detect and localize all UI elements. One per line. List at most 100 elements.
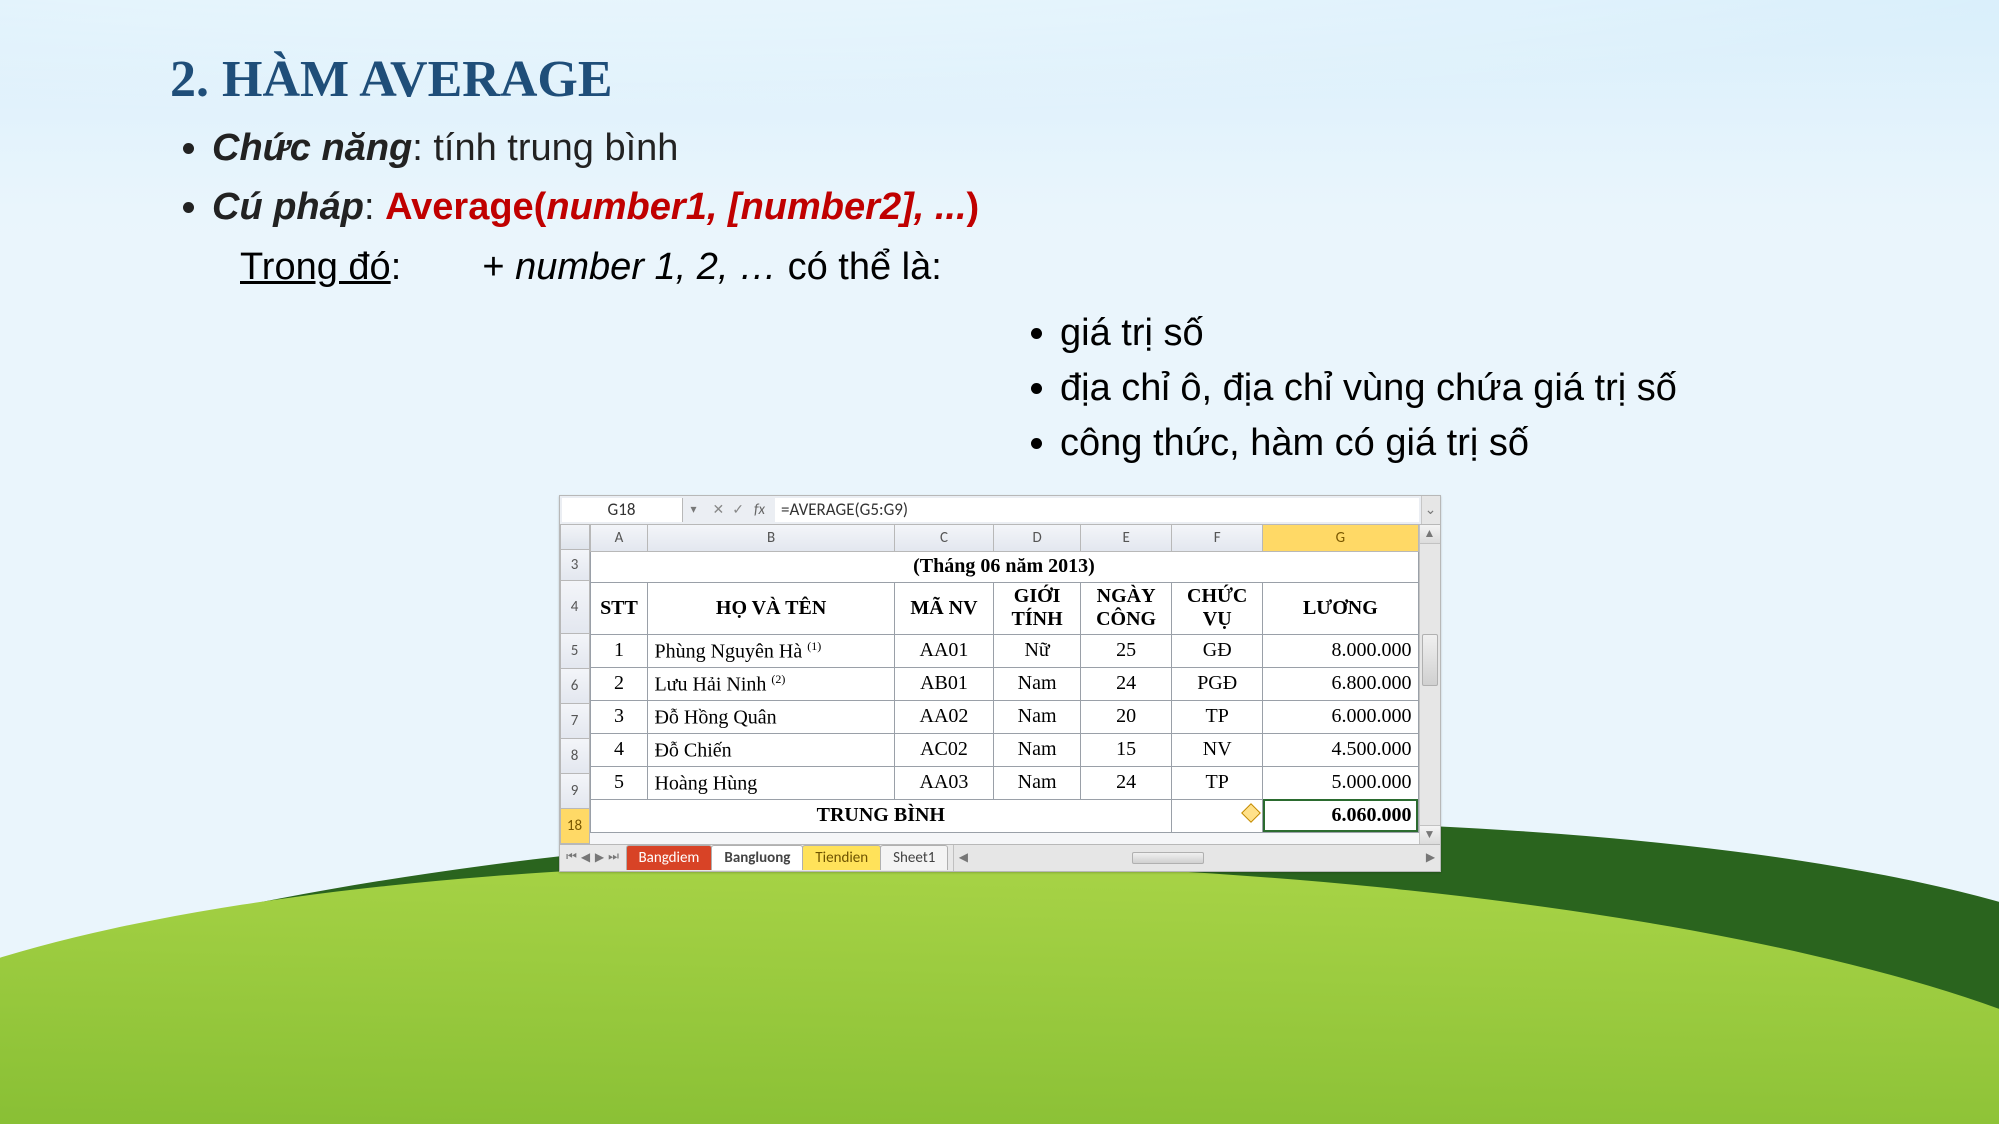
row-header-4[interactable]: 4 — [560, 581, 590, 634]
cell-manv[interactable]: AA02 — [894, 700, 993, 733]
row-header-6[interactable]: 6 — [560, 669, 590, 704]
cell-nc[interactable]: 24 — [1081, 766, 1172, 799]
col-header-B[interactable]: B — [648, 525, 894, 552]
formula-bar-expand-icon[interactable]: ⌄ — [1421, 496, 1440, 524]
tab-sheet1[interactable]: Sheet1 — [880, 845, 948, 870]
hdr-chucvu[interactable]: CHỨC VỤ — [1172, 582, 1263, 634]
row-header-7[interactable]: 7 — [560, 704, 590, 739]
cell-cv[interactable]: TP — [1172, 700, 1263, 733]
cell-gt[interactable]: Nam — [994, 733, 1081, 766]
cell-manv[interactable]: AA03 — [894, 766, 993, 799]
cell-gt[interactable]: Nam — [994, 766, 1081, 799]
tab-nav-next-icon[interactable]: ▶ — [594, 850, 606, 865]
grid: A B C D E F G (Tháng 06 năm 2013) STT HỌ… — [590, 525, 1419, 844]
formula-input[interactable]: =AVERAGE(G5:G9) — [775, 498, 1418, 522]
warning-icon — [1241, 803, 1261, 823]
cell-stt[interactable]: 1 — [590, 634, 648, 667]
column-header-row: A B C D E F G — [590, 525, 1418, 552]
warning-cell[interactable] — [1172, 799, 1263, 832]
cell-name[interactable]: Hoàng Hùng — [648, 766, 894, 799]
cell-manv[interactable]: AB01 — [894, 667, 993, 700]
cell-gt[interactable]: Nam — [994, 700, 1081, 733]
hdr-hovaten[interactable]: HỌ VÀ TÊN — [648, 582, 894, 634]
formula-bar-buttons: ✕ ✓ — [703, 496, 754, 524]
tab-tiendien[interactable]: Tiendien — [802, 845, 881, 870]
col-header-G[interactable]: G — [1263, 525, 1418, 552]
tab-nav-prev-icon[interactable]: ◀ — [580, 850, 592, 865]
cell-name[interactable]: Đỗ Hồng Quân — [648, 700, 894, 733]
cell-nc[interactable]: 25 — [1081, 634, 1172, 667]
cell-luong[interactable]: 6.800.000 — [1263, 667, 1418, 700]
select-all-corner[interactable] — [560, 525, 590, 550]
cell-cv[interactable]: NV — [1172, 733, 1263, 766]
cell-gt[interactable]: Nữ — [994, 634, 1081, 667]
tab-nav-last-icon[interactable]: ⏭ — [608, 850, 620, 865]
hscroll-thumb[interactable] — [1132, 852, 1204, 864]
cell-name[interactable]: Đỗ Chiến — [648, 733, 894, 766]
hscroll-left-icon[interactable]: ◀ — [954, 850, 972, 865]
cell-luong[interactable]: 8.000.000 — [1263, 634, 1418, 667]
sheet-title-cell[interactable]: (Tháng 06 năm 2013) — [590, 551, 1418, 582]
row-header-18[interactable]: 18 — [560, 809, 590, 844]
cell-luong[interactable]: 6.000.000 — [1263, 700, 1418, 733]
cell-nc[interactable]: 15 — [1081, 733, 1172, 766]
scroll-up-icon[interactable]: ▲ — [1420, 525, 1440, 544]
data-row: 4 Đỗ Chiến AC02 Nam 15 NV 4.500.000 — [590, 733, 1418, 766]
row-header-3[interactable]: 3 — [560, 550, 590, 581]
bullet-syntax: Cú pháp: Average(number1, [number2], ...… — [212, 178, 1829, 237]
cell-nc[interactable]: 24 — [1081, 667, 1172, 700]
row-header-9[interactable]: 9 — [560, 774, 590, 809]
name-box[interactable]: G18 — [562, 498, 683, 522]
cell-name[interactable]: Phùng Nguyên Hà (1) — [648, 634, 894, 667]
cancel-icon[interactable]: ✕ — [713, 501, 725, 518]
cell-manv[interactable]: AA01 — [894, 634, 993, 667]
cell-stt[interactable]: 5 — [590, 766, 648, 799]
col-header-D[interactable]: D — [994, 525, 1081, 552]
horizontal-scrollbar[interactable]: ◀ ▶ — [953, 845, 1439, 871]
fx-icon[interactable]: fx — [754, 496, 775, 524]
cell-manv[interactable]: AC02 — [894, 733, 993, 766]
cell-luong[interactable]: 5.000.000 — [1263, 766, 1418, 799]
syntax-label: Cú pháp — [212, 186, 364, 228]
hscroll-right-icon[interactable]: ▶ — [1422, 850, 1440, 865]
enter-icon[interactable]: ✓ — [732, 501, 744, 518]
cell-cv[interactable]: TP — [1172, 766, 1263, 799]
col-header-C[interactable]: C — [894, 525, 993, 552]
syntax-fn-open: Average( — [385, 186, 546, 228]
tab-nav-first-icon[interactable]: ⏮ — [566, 850, 578, 865]
cell-nc[interactable]: 20 — [1081, 700, 1172, 733]
hdr-gioitinh[interactable]: GIỚI TÍNH — [994, 582, 1081, 634]
cell-cv[interactable]: GĐ — [1172, 634, 1263, 667]
hdr-luong[interactable]: LƯƠNG — [1263, 582, 1418, 634]
func-label: Chức năng — [212, 127, 412, 169]
vertical-scrollbar[interactable]: ▲ ▼ — [1419, 525, 1440, 844]
vscroll-thumb[interactable] — [1422, 634, 1438, 686]
col-header-F[interactable]: F — [1172, 525, 1263, 552]
scroll-down-icon[interactable]: ▼ — [1420, 825, 1440, 844]
hdr-ngaycong[interactable]: NGÀY CÔNG — [1081, 582, 1172, 634]
cell-gt[interactable]: Nam — [994, 667, 1081, 700]
cell-cv[interactable]: PGĐ — [1172, 667, 1263, 700]
name-box-dropdown-icon[interactable]: ▾ — [685, 496, 703, 524]
tab-bangdiem[interactable]: Bangdiem — [626, 845, 713, 870]
col-header-E[interactable]: E — [1081, 525, 1172, 552]
row-header-5[interactable]: 5 — [560, 634, 590, 669]
data-row: 3 Đỗ Hồng Quân AA02 Nam 20 TP 6.000.000 — [590, 700, 1418, 733]
avg-value-cell[interactable]: 6.060.000 — [1263, 799, 1418, 832]
hdr-manv[interactable]: MÃ NV — [894, 582, 993, 634]
avg-label-cell[interactable]: TRUNG BÌNH — [590, 799, 1172, 832]
where-line: Trong đó: + number 1, 2, … có thể là: — [240, 237, 1829, 298]
tab-nav-buttons[interactable]: ⏮ ◀ ▶ ⏭ — [560, 850, 626, 865]
cell-stt[interactable]: 2 — [590, 667, 648, 700]
slide: 2. HÀM AVERAGE Chức năng: tính trung bìn… — [0, 0, 1999, 1124]
cell-stt[interactable]: 4 — [590, 733, 648, 766]
cell-stt[interactable]: 3 — [590, 700, 648, 733]
hdr-stt[interactable]: STT — [590, 582, 648, 634]
vscroll-track[interactable] — [1420, 544, 1440, 825]
row-header-8[interactable]: 8 — [560, 739, 590, 774]
tab-bangluong[interactable]: Bangluong — [711, 845, 803, 870]
col-header-A[interactable]: A — [590, 525, 648, 552]
cell-luong[interactable]: 4.500.000 — [1263, 733, 1418, 766]
cell-name[interactable]: Lưu Hải Ninh (2) — [648, 667, 894, 700]
hscroll-track[interactable] — [972, 852, 1421, 864]
